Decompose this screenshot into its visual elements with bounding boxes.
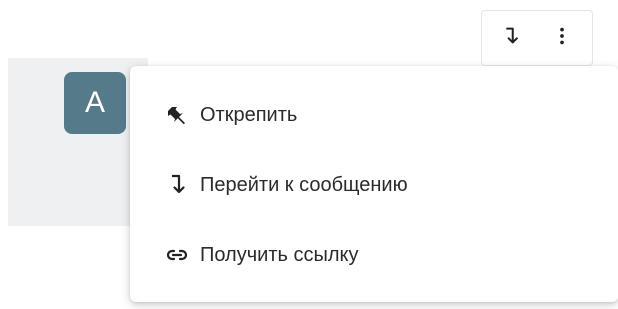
chat-view: A Открепить Перейти к сообщению Получить… — [0, 0, 618, 309]
more-options-button[interactable] — [542, 25, 582, 51]
menu-item-label: Получить ссылку — [200, 243, 359, 266]
link-icon — [164, 242, 190, 268]
jump-to-message-icon — [499, 25, 521, 52]
more-vertical-icon — [551, 25, 573, 52]
menu-item-jump-to-message[interactable]: Перейти к сообщению — [130, 150, 618, 220]
jump-to-message-icon — [164, 172, 190, 198]
avatar[interactable]: A — [64, 72, 126, 134]
menu-item-unpin[interactable]: Открепить — [130, 80, 618, 150]
menu-item-label: Открепить — [200, 103, 298, 126]
menu-item-get-link[interactable]: Получить ссылку — [130, 220, 618, 290]
message-context-menu: Открепить Перейти к сообщению Получить с… — [130, 66, 618, 302]
jump-to-message-button[interactable] — [490, 25, 530, 51]
pin-off-icon — [164, 102, 190, 128]
avatar-letter: A — [84, 86, 105, 119]
menu-item-label: Перейти к сообщению — [200, 173, 408, 196]
message-hover-toolbar — [481, 10, 593, 66]
